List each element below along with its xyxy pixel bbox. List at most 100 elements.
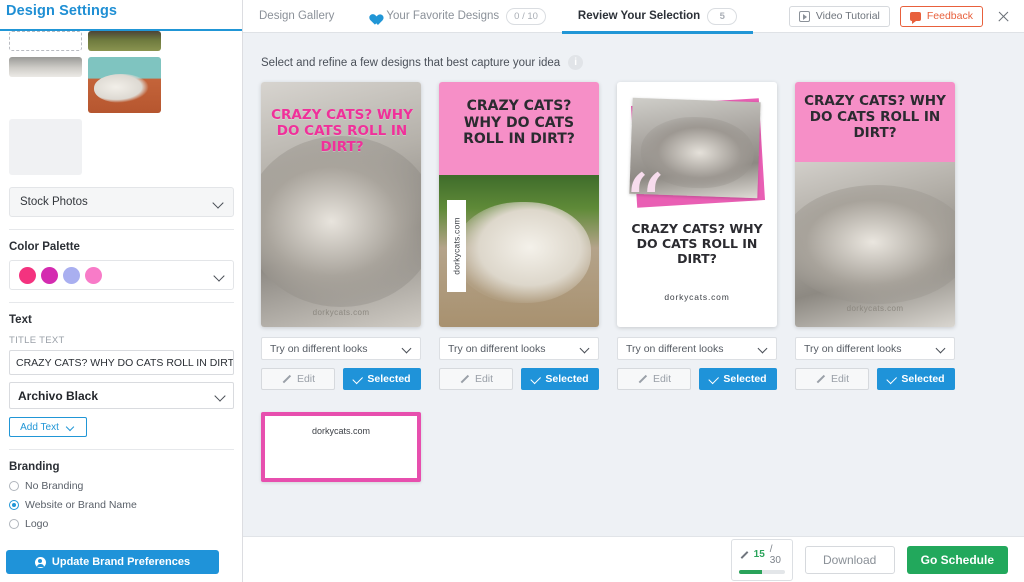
thumbnail-upload-slot[interactable] — [9, 31, 82, 51]
design-preview[interactable]: CRAZY CATS? WHY DO CATS ROLL IN DIRT? do… — [795, 82, 955, 327]
instruction-text: Select and refine a few designs that bes… — [261, 56, 561, 69]
color-palette-heading: Color Palette — [9, 241, 80, 253]
pencil-icon — [739, 550, 749, 560]
edit-button[interactable]: Edit — [795, 368, 869, 390]
download-button[interactable]: Download — [804, 545, 895, 574]
tab-label: Design Gallery — [259, 10, 335, 22]
chevron-down-icon — [215, 271, 224, 280]
instruction-row: Select and refine a few designs that bes… — [243, 33, 1024, 70]
design-counter: 15 / 30 — [730, 538, 793, 581]
chevron-down-icon — [581, 344, 590, 353]
download-label: Download — [822, 552, 877, 567]
selected-label: Selected — [723, 373, 767, 385]
counter-progress-fill — [738, 569, 762, 574]
thumbnail-empty-slot[interactable] — [9, 119, 82, 175]
design-title-text: CRAZY CATS? WHY DO CATS ROLL IN DIRT? — [631, 221, 763, 266]
try-different-looks-select[interactable]: Try on different looks — [617, 337, 777, 360]
design-card[interactable]: CRAZY CATS? WHY DO CATS ROLL IN DIRT? do… — [439, 82, 599, 390]
branding-option-no-branding[interactable]: No Branding — [9, 480, 234, 492]
design-card[interactable]: CRAZY CATS? WHY DO CATS ROLL IN DIRT? do… — [261, 82, 421, 390]
check-icon — [353, 376, 362, 382]
design-brand-text: dorkycats.com — [846, 304, 904, 313]
card-action-row: Edit Selected — [261, 368, 421, 390]
thumbnail-photo[interactable] — [88, 57, 161, 113]
main-scrollbar[interactable] — [1017, 33, 1024, 536]
edit-button[interactable]: Edit — [617, 368, 691, 390]
color-swatch-4[interactable] — [85, 266, 102, 284]
chevron-down-icon — [403, 344, 412, 353]
selection-count-badge: 5 — [707, 7, 738, 25]
selected-button[interactable]: Selected — [877, 368, 955, 390]
try-different-looks-select[interactable]: Try on different looks — [439, 337, 599, 360]
main-panel: Design Gallery Your Favorite Designs 0 /… — [243, 0, 1024, 582]
app-root: Design Settings Stock Photos Color Palet… — [0, 0, 1024, 582]
chevron-down-icon — [759, 344, 768, 353]
design-title-text: CRAZY CATS? WHY DO CATS ROLL IN DIRT? — [463, 98, 575, 148]
design-card[interactable]: “ CRAZY CATS? WHY DO CATS ROLL IN DIRT? … — [617, 82, 777, 390]
edit-button[interactable]: Edit — [439, 368, 513, 390]
design-title-text: CRAZY CATS? WHY DO CATS ROLL IN DIRT? — [271, 107, 413, 155]
check-icon — [887, 376, 896, 382]
divider — [9, 229, 234, 230]
font-family-select[interactable]: Archivo Black — [9, 382, 234, 409]
branding-option-website-or-brand-name[interactable]: Website or Brand Name — [9, 499, 234, 511]
chevron-down-icon — [214, 198, 223, 207]
pencil-icon — [459, 374, 469, 384]
design-card-partial[interactable]: dorkycats.com — [261, 412, 421, 482]
photo-thumbnail-grid[interactable] — [9, 31, 234, 175]
add-text-button[interactable]: Add Text — [9, 417, 87, 437]
tab-your-favorite-designs[interactable]: Your Favorite Designs 0 / 10 — [350, 0, 562, 33]
design-preview[interactable]: CRAZY CATS? WHY DO CATS ROLL IN DIRT? do… — [439, 82, 599, 327]
pencil-icon — [815, 374, 825, 384]
design-brand-text: dorkycats.com — [311, 426, 371, 436]
bottom-action-bar: 15 / 30 Download Go Schedule — [243, 536, 1024, 582]
edit-button[interactable]: Edit — [261, 368, 335, 390]
info-icon[interactable]: i — [568, 55, 584, 70]
go-schedule-button[interactable]: Go Schedule — [906, 545, 1008, 574]
radio-icon-selected — [9, 500, 19, 510]
design-card-grid: CRAZY CATS? WHY DO CATS ROLL IN DIRT? do… — [243, 70, 1024, 390]
thumbnail-photo[interactable] — [88, 31, 161, 51]
try-different-looks-label: Try on different looks — [626, 342, 724, 355]
design-card[interactable]: CRAZY CATS? WHY DO CATS ROLL IN DIRT? do… — [795, 82, 955, 390]
branding-heading: Branding — [9, 461, 60, 473]
tab-list: Design Gallery Your Favorite Designs 0 /… — [243, 0, 754, 34]
branding-option-label: Logo — [25, 518, 49, 530]
close-icon[interactable] — [995, 8, 1012, 25]
update-brand-preferences-button[interactable]: Update Brand Preferences — [6, 550, 219, 574]
color-swatch-2[interactable] — [41, 266, 58, 284]
tab-design-gallery[interactable]: Design Gallery — [243, 0, 350, 33]
design-preview[interactable]: CRAZY CATS? WHY DO CATS ROLL IN DIRT? do… — [261, 82, 421, 327]
go-schedule-label: Go Schedule — [920, 552, 994, 567]
selected-label: Selected — [901, 373, 945, 385]
design-title-text: CRAZY CATS? WHY DO CATS ROLL IN DIRT? — [804, 93, 946, 141]
feedback-button[interactable]: Feedback — [899, 5, 983, 27]
design-brand-strip: dorkycats.com — [447, 200, 466, 292]
sidebar-scroll-area[interactable]: Stock Photos Color Palette Text TITLE TE… — [0, 31, 242, 536]
page-title: Design Settings — [6, 3, 118, 19]
tab-review-your-selection[interactable]: Review Your Selection 5 — [561, 0, 754, 34]
color-palette-select[interactable] — [9, 260, 234, 290]
counter-total: / 30 — [769, 543, 781, 566]
check-icon — [531, 376, 540, 382]
selected-button[interactable]: Selected — [699, 368, 777, 390]
try-different-looks-select[interactable]: Try on different looks — [261, 337, 421, 360]
color-swatch-3[interactable] — [63, 266, 80, 284]
title-text-input[interactable]: CRAZY CATS? WHY DO CATS ROLL IN DIRT? — [9, 350, 234, 375]
selected-label: Selected — [367, 373, 411, 385]
thumbnail-photo[interactable] — [9, 57, 82, 77]
counter-values: 15 / 30 — [739, 544, 785, 566]
feedback-label: Feedback — [926, 10, 973, 22]
selected-button[interactable]: Selected — [521, 368, 599, 390]
try-different-looks-label: Try on different looks — [270, 342, 368, 355]
photo-source-select[interactable]: Stock Photos — [9, 187, 234, 217]
try-different-looks-select[interactable]: Try on different looks — [795, 337, 955, 360]
video-tutorial-button[interactable]: Video Tutorial — [788, 5, 890, 27]
card-action-row: Edit Selected — [795, 368, 955, 390]
color-swatch-1[interactable] — [19, 266, 36, 284]
branding-option-logo[interactable]: Logo — [9, 518, 234, 530]
radio-icon — [9, 481, 19, 491]
cat-photo — [795, 162, 955, 327]
design-preview[interactable]: “ CRAZY CATS? WHY DO CATS ROLL IN DIRT? … — [617, 82, 777, 327]
selected-button[interactable]: Selected — [343, 368, 421, 390]
